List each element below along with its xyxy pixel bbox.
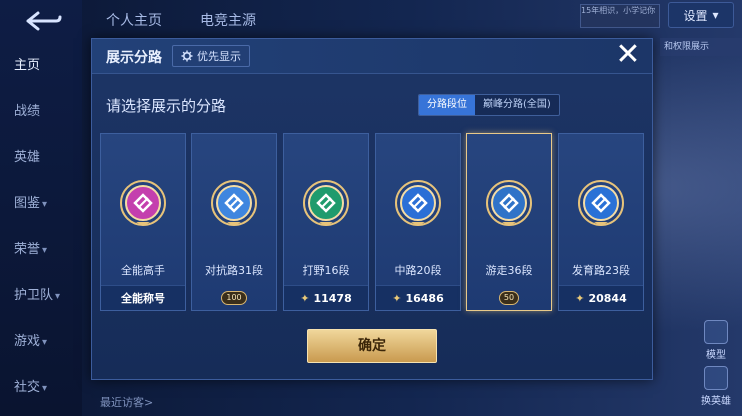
sidebar-item-2[interactable]: 英雄 — [14, 146, 70, 165]
peak-score-icon: ✦ — [300, 291, 310, 305]
chevron-down-icon: ▾ — [42, 383, 48, 394]
lane-card[interactable]: 中路20段 ✦ 16486 — [375, 133, 461, 311]
sidebar-item-label: 主页 — [14, 58, 41, 73]
sidebar-item-4[interactable]: 荣誉 ▾ — [14, 238, 70, 257]
lane-role-label: 对抗路31段 — [205, 264, 263, 277]
chevron-down-icon: ▾ — [42, 199, 48, 210]
sidebar-item-5[interactable]: 护卫队 ▾ — [14, 284, 70, 303]
privacy-hint[interactable]: 和权限展示 — [660, 38, 742, 56]
back-icon[interactable] — [22, 8, 62, 34]
lane-cards: 全能高手 全能称号 对抗路31段 100 打野16段 ✦ 11478 中路20段 ✦ 16486 游… — [100, 133, 644, 311]
lane-card-footer: 全能称号 — [101, 285, 185, 310]
model-icon — [704, 320, 728, 344]
switch-hero-icon — [704, 366, 728, 390]
lane-role-label: 游走36段 — [485, 264, 533, 277]
lane-card[interactable]: 全能高手 全能称号 — [100, 133, 186, 311]
lane-role-label: 中路20段 — [394, 264, 442, 277]
model-label: 模型 — [706, 350, 726, 361]
lane-emblem-icon — [578, 180, 624, 226]
lane-emblem-icon — [486, 180, 532, 226]
switch-hero-button[interactable]: 换英雄 — [698, 366, 734, 407]
recent-visitors-link[interactable]: 最近访客> — [100, 394, 153, 410]
chevron-down-icon: ▾ — [42, 337, 48, 348]
settings-label: 设置 — [683, 8, 708, 23]
lane-card-footer: ✦ 11478 — [284, 285, 368, 310]
sidebar-item-1[interactable]: 战绩 — [14, 100, 70, 119]
left-sidebar: 主页 战绩 英雄 图鉴 ▾ 荣誉 ▾ 护卫队 ▾ 游戏 ▾ 社交 ▾ — [0, 0, 82, 416]
close-button[interactable]: ✕ — [614, 40, 642, 70]
lane-emblem-icon — [211, 180, 257, 226]
dialog-title: 展示分路 — [106, 50, 162, 66]
tab-peak-lane[interactable]: 巅峰分路(全国) — [475, 95, 559, 115]
lane-card[interactable]: 游走36段 50 — [466, 133, 552, 311]
peak-score-icon: ✦ — [575, 291, 585, 305]
sidebar-item-3[interactable]: 图鉴 ▾ — [14, 192, 70, 211]
sidebar-item-label: 社交 — [14, 380, 41, 395]
tab-esports[interactable]: 电竞主源 — [200, 10, 256, 30]
ranking-type-toggle: 分路段位 巅峰分路(全国) — [418, 94, 560, 116]
lane-display-dialog: 展示分路 优先显示 ✕ 请选择展示的分路 分路段位 巅峰分路(全国) 全能高手全… — [91, 38, 653, 380]
lane-card[interactable]: 发育路23段 ✦ 20844 — [558, 133, 644, 311]
lane-card-footer-text: 11478 — [313, 291, 352, 305]
sidebar-item-label: 图鉴 — [14, 196, 41, 211]
sidebar-item-label: 荣誉 — [14, 242, 41, 257]
notice-text: 15年相识，小学记你 — [581, 6, 656, 15]
lane-card[interactable]: 打野16段 ✦ 11478 — [283, 133, 369, 311]
priority-display-label: 优先显示 — [197, 50, 241, 63]
lane-emblem-icon — [303, 180, 349, 226]
chevron-down-icon: ▾ — [42, 245, 48, 256]
chevron-down-icon: ▾ — [55, 291, 61, 302]
lane-card-footer: ✦ 20844 — [559, 285, 643, 310]
dialog-header: 展示分路 优先显示 ✕ — [92, 39, 652, 74]
lane-card[interactable]: 对抗路31段 100 — [191, 133, 277, 311]
sidebar-item-label: 护卫队 — [14, 288, 54, 303]
sidebar-item-7[interactable]: 社交 ▾ — [14, 376, 70, 395]
tab-profile[interactable]: 个人主页 — [106, 10, 162, 30]
confirm-button[interactable]: 确定 — [307, 329, 437, 363]
close-icon: ✕ — [615, 37, 641, 72]
peak-score-icon: ✦ — [392, 291, 402, 305]
rank-badge-value: 50 — [498, 291, 520, 305]
sidebar-item-label: 游戏 — [14, 334, 41, 349]
lane-emblem-icon — [120, 180, 166, 226]
lane-emblem-icon — [395, 180, 441, 226]
rank-badge: 50 — [477, 290, 541, 306]
lane-card-footer-text: 16486 — [405, 291, 444, 305]
chevron-down-icon: ▾ — [712, 8, 719, 22]
lane-card-footer: ✦ 16486 — [376, 285, 460, 310]
sidebar-item-0[interactable]: 主页 — [14, 54, 70, 73]
sidebar-item-label: 战绩 — [14, 104, 41, 119]
priority-display-button[interactable]: 优先显示 — [172, 45, 250, 67]
sidebar-item-label: 英雄 — [14, 150, 41, 165]
model-button[interactable]: 模型 — [698, 320, 734, 361]
tab-lane-rank[interactable]: 分路段位 — [419, 95, 475, 115]
lane-role-label: 打野16段 — [302, 264, 350, 277]
top-right-controls: 设置 ▾ — [668, 2, 734, 28]
rank-badge: 100 — [202, 290, 266, 306]
gear-icon — [181, 50, 193, 62]
notice-banner: 15年相识，小学记你 — [580, 4, 660, 28]
sidebar-item-6[interactable]: 游戏 ▾ — [14, 330, 70, 349]
lane-role-label: 发育路23段 — [572, 264, 630, 277]
lane-role-label: 全能高手 — [121, 264, 165, 277]
select-lane-prompt: 请选择展示的分路 — [106, 97, 227, 115]
lane-card-footer-text: 20844 — [588, 291, 627, 305]
lane-card-footer-text: 全能称号 — [121, 292, 165, 305]
switch-hero-label: 换英雄 — [701, 396, 731, 407]
settings-button[interactable]: 设置 ▾ — [668, 2, 734, 28]
rank-badge-value: 100 — [221, 291, 247, 305]
